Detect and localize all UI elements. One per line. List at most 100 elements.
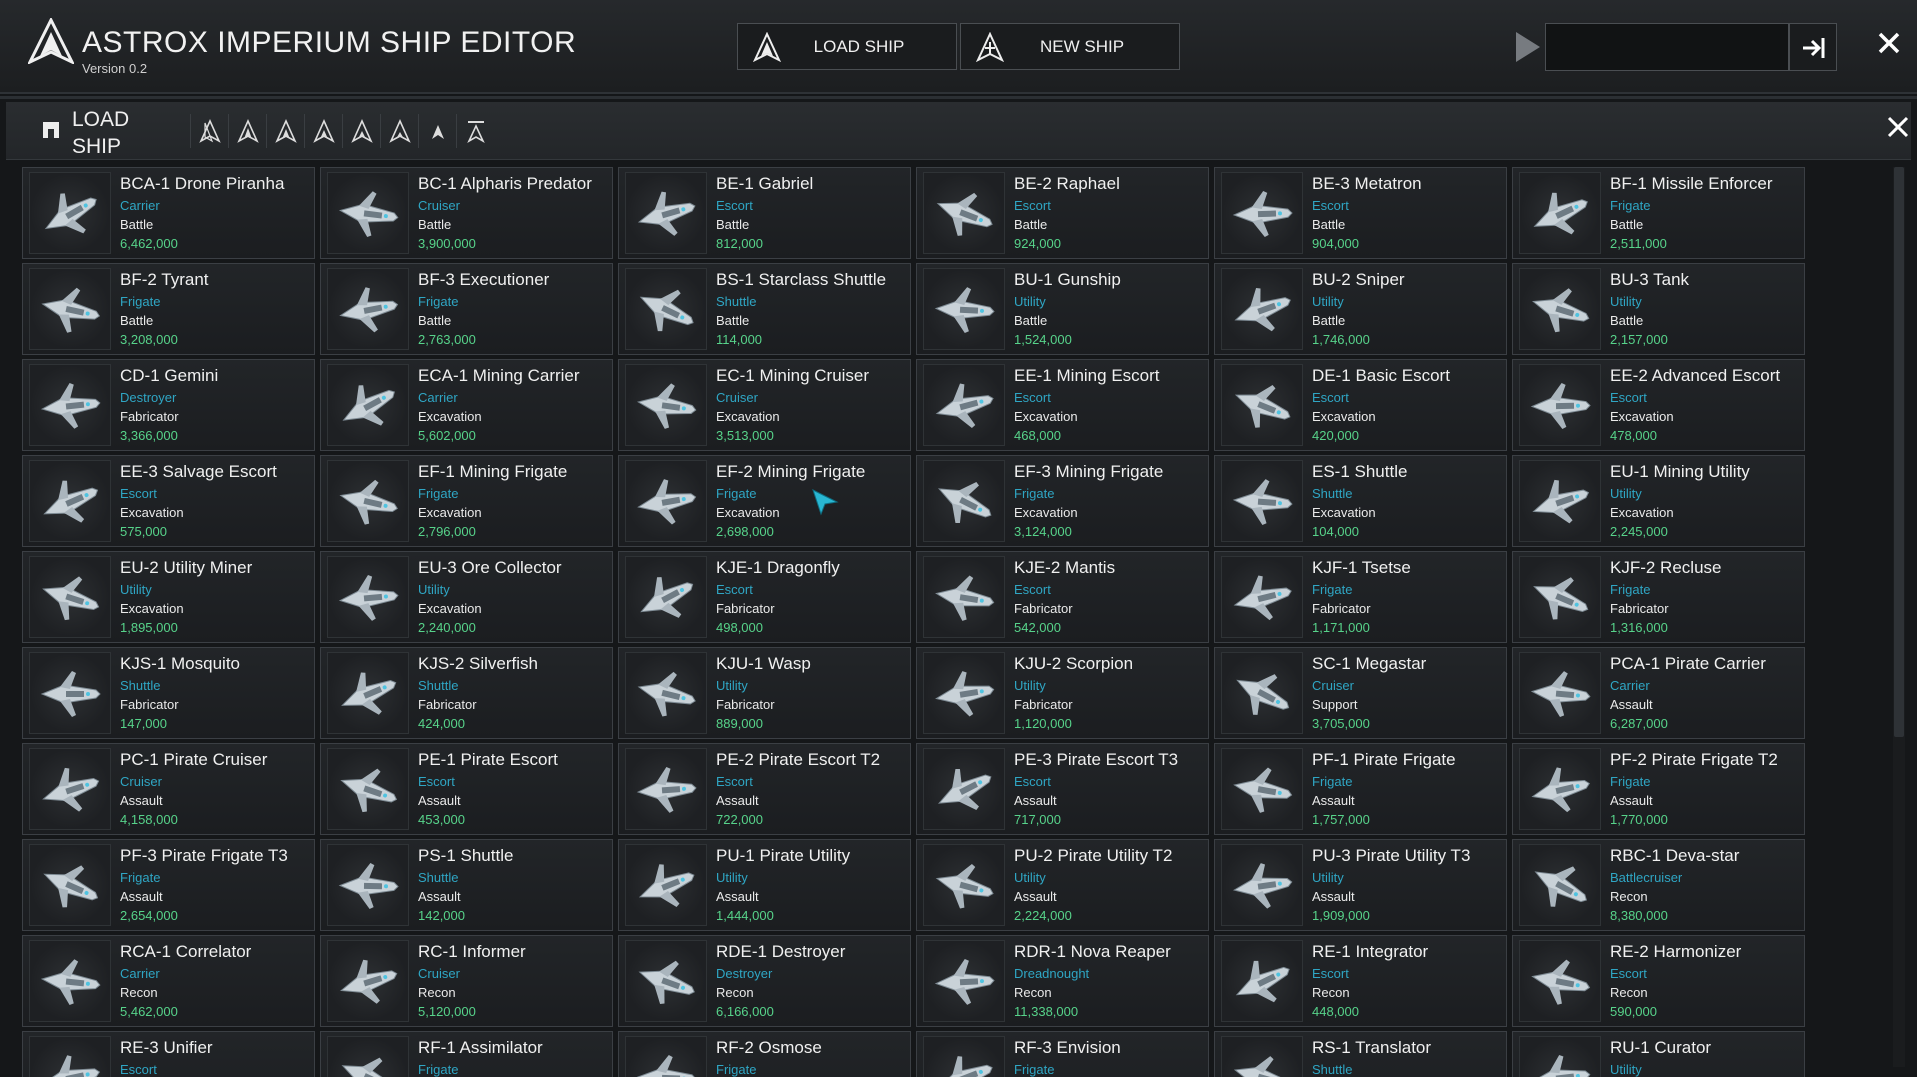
ship-card[interactable]: EF-3 Mining FrigateFrigateExcavation3,12… xyxy=(916,455,1209,547)
ship-card[interactable]: PS-1 ShuttleShuttleAssault142,000 xyxy=(320,839,613,931)
ship-card[interactable]: KJS-1 MosquitoShuttleFabricator147,000 xyxy=(22,647,315,739)
ship-card[interactable]: BE-3 MetatronEscortBattle904,000 xyxy=(1214,167,1507,259)
ship-name-input[interactable] xyxy=(1545,23,1789,71)
ship-card[interactable]: PE-2 Pirate Escort T2EscortAssault722,00… xyxy=(618,743,911,835)
ship-card[interactable]: RF-1 AssimilatorFrigate xyxy=(320,1031,613,1077)
ship-name: EC-1 Mining Cruiser xyxy=(716,366,869,386)
ship-card[interactable]: BE-1 GabrielEscortBattle812,000 xyxy=(618,167,911,259)
ship-card[interactable]: PU-2 Pirate Utility T2UtilityAssault2,22… xyxy=(916,839,1209,931)
ship-card[interactable]: RE-1 IntegratorEscortRecon448,000 xyxy=(1214,935,1507,1027)
ship-name: EU-1 Mining Utility xyxy=(1610,462,1750,482)
ship-card[interactable]: PCA-1 Pirate CarrierCarrierAssault6,287,… xyxy=(1512,647,1805,739)
ship-card[interactable]: KJU-2 ScorpionUtilityFabricator1,120,000 xyxy=(916,647,1209,739)
ship-card[interactable]: EU-3 Ore CollectorUtilityExcavation2,240… xyxy=(320,551,613,643)
ship-card[interactable]: RC-1 InformerCruiserRecon5,120,000 xyxy=(320,935,613,1027)
filter-button-7[interactable] xyxy=(456,114,494,148)
ship-card[interactable]: KJE-2 MantisEscortFabricator542,000 xyxy=(916,551,1209,643)
ship-card[interactable]: RU-1 CuratorUtility xyxy=(1512,1031,1805,1077)
ship-class: Frigate xyxy=(1610,198,1650,213)
ship-card[interactable]: BU-1 GunshipUtilityBattle1,524,000 xyxy=(916,263,1209,355)
ship-card[interactable]: BU-2 SniperUtilityBattle1,746,000 xyxy=(1214,263,1507,355)
ship-class: Shuttle xyxy=(1312,1062,1352,1077)
ship-thumbnail-icon xyxy=(632,1047,702,1077)
ship-card[interactable]: KJF-2 RecluseFrigateFabricator1,316,000 xyxy=(1512,551,1805,643)
ship-card[interactable]: RE-2 HarmonizerEscortRecon590,000 xyxy=(1512,935,1805,1027)
ship-card[interactable]: EU-2 Utility MinerUtilityExcavation1,895… xyxy=(22,551,315,643)
filter-button-0[interactable] xyxy=(190,114,228,148)
ship-card[interactable]: KJE-1 DragonflyEscortFabricator498,000 xyxy=(618,551,911,643)
ship-card[interactable]: PE-3 Pirate Escort T3EscortAssault717,00… xyxy=(916,743,1209,835)
close-app-icon[interactable] xyxy=(1874,28,1904,58)
ship-name: KJF-2 Recluse xyxy=(1610,558,1721,578)
ship-role: Assault xyxy=(716,793,759,808)
ship-card[interactable]: PE-1 Pirate EscortEscortAssault453,000 xyxy=(320,743,613,835)
ship-card[interactable]: BCA-1 Drone PiranhaCarrierBattle6,462,00… xyxy=(22,167,315,259)
ship-card[interactable]: PU-1 Pirate UtilityUtilityAssault1,444,0… xyxy=(618,839,911,931)
ship-card[interactable]: RDE-1 DestroyerDestroyerRecon6,166,000 xyxy=(618,935,911,1027)
ship-card[interactable]: EU-1 Mining UtilityUtilityExcavation2,24… xyxy=(1512,455,1805,547)
ship-card[interactable]: ECA-1 Mining CarrierCarrierExcavation5,6… xyxy=(320,359,613,451)
load-ship-button[interactable]: LOAD SHIP xyxy=(737,23,957,70)
play-icon[interactable] xyxy=(1516,32,1540,62)
new-ship-button[interactable]: NEW SHIP xyxy=(960,23,1180,70)
ship-card[interactable]: EF-1 Mining FrigateFrigateExcavation2,79… xyxy=(320,455,613,547)
ship-card[interactable]: EE-2 Advanced EscortEscortExcavation478,… xyxy=(1512,359,1805,451)
ship-thumbnail xyxy=(625,460,707,542)
ship-card[interactable]: KJS-2 SilverfishShuttleFabricator424,000 xyxy=(320,647,613,739)
ship-name: PS-1 Shuttle xyxy=(418,846,513,866)
enter-button[interactable] xyxy=(1789,23,1837,71)
ship-card[interactable]: RCA-1 CorrelatorCarrierRecon5,462,000 xyxy=(22,935,315,1027)
ship-card[interactable]: PC-1 Pirate CruiserCruiserAssault4,158,0… xyxy=(22,743,315,835)
ship-card[interactable]: PU-3 Pirate Utility T3UtilityAssault1,90… xyxy=(1214,839,1507,931)
ship-card[interactable]: RS-1 TranslatorShuttle xyxy=(1214,1031,1507,1077)
ship-card[interactable]: EC-1 Mining CruiserCruiserExcavation3,51… xyxy=(618,359,911,451)
ship-card[interactable]: KJU-1 WaspUtilityFabricator889,000 xyxy=(618,647,911,739)
filter-button-6[interactable] xyxy=(418,114,456,148)
ship-price: 904,000 xyxy=(1312,236,1359,251)
scrollbar[interactable] xyxy=(1893,167,1905,1067)
filter-button-1[interactable] xyxy=(228,114,266,148)
filter-button-3[interactable] xyxy=(304,114,342,148)
ship-card[interactable]: BF-1 Missile EnforcerFrigateBattle2,511,… xyxy=(1512,167,1805,259)
ship-card[interactable]: EE-1 Mining EscortEscortExcavation468,00… xyxy=(916,359,1209,451)
ship-role: Assault xyxy=(1610,793,1653,808)
ship-card[interactable]: BF-3 ExecutionerFrigateBattle2,763,000 xyxy=(320,263,613,355)
ship-card[interactable]: EE-3 Salvage EscortEscortExcavation575,0… xyxy=(22,455,315,547)
ship-card[interactable]: RF-2 OsmoseFrigate xyxy=(618,1031,911,1077)
ship-thumbnail-icon xyxy=(334,663,404,725)
close-panel-icon[interactable] xyxy=(1885,114,1911,140)
ship-card[interactable]: BC-1 Alpharis PredatorCruiserBattle3,900… xyxy=(320,167,613,259)
ship-price: 147,000 xyxy=(120,716,167,731)
ship-card[interactable]: SC-1 MegastarCruiserSupport3,705,000 xyxy=(1214,647,1507,739)
ship-card[interactable]: EF-2 Mining FrigateFrigateExcavation2,69… xyxy=(618,455,911,547)
ship-card[interactable]: BS-1 Starclass ShuttleShuttleBattle114,0… xyxy=(618,263,911,355)
ship-card[interactable]: RF-3 EnvisionFrigate xyxy=(916,1031,1209,1077)
ship-name: PU-3 Pirate Utility T3 xyxy=(1312,846,1470,866)
ship-card[interactable]: RE-3 UnifierEscort xyxy=(22,1031,315,1077)
filter-button-5[interactable] xyxy=(380,114,418,148)
ship-card[interactable]: BE-2 RaphaelEscortBattle924,000 xyxy=(916,167,1209,259)
ship-card[interactable]: PF-1 Pirate FrigateFrigateAssault1,757,0… xyxy=(1214,743,1507,835)
ship-name: EE-2 Advanced Escort xyxy=(1610,366,1780,386)
ship-thumbnail xyxy=(327,364,409,446)
ship-card[interactable]: RBC-1 Deva-starBattlecruiserRecon8,380,0… xyxy=(1512,839,1805,931)
ship-card[interactable]: CD-1 GeminiDestroyerFabricator3,366,000 xyxy=(22,359,315,451)
ship-class: Utility xyxy=(1610,486,1642,501)
home-icon[interactable] xyxy=(40,119,62,141)
filter-button-4[interactable] xyxy=(342,114,380,148)
ship-card[interactable]: DE-1 Basic EscortEscortExcavation420,000 xyxy=(1214,359,1507,451)
ship-card[interactable]: PF-2 Pirate Frigate T2FrigateAssault1,77… xyxy=(1512,743,1805,835)
ship-card[interactable]: BU-3 TankUtilityBattle2,157,000 xyxy=(1512,263,1805,355)
ship-card[interactable]: ES-1 ShuttleShuttleExcavation104,000 xyxy=(1214,455,1507,547)
ship-price: 420,000 xyxy=(1312,428,1359,443)
ship-thumbnail-icon xyxy=(36,759,106,821)
filter-button-2[interactable] xyxy=(266,114,304,148)
ship-price: 542,000 xyxy=(1014,620,1061,635)
ship-card[interactable]: KJF-1 TsetseFrigateFabricator1,171,000 xyxy=(1214,551,1507,643)
ship-card[interactable]: PF-3 Pirate Frigate T3FrigateAssault2,65… xyxy=(22,839,315,931)
ship-card[interactable]: BF-2 TyrantFrigateBattle3,208,000 xyxy=(22,263,315,355)
ship-card[interactable]: RDR-1 Nova ReaperDreadnoughtRecon11,338,… xyxy=(916,935,1209,1027)
scroll-thumb[interactable] xyxy=(1894,167,1904,737)
ship-role: Fabricator xyxy=(716,601,775,616)
ship-class: Frigate xyxy=(418,1062,458,1077)
